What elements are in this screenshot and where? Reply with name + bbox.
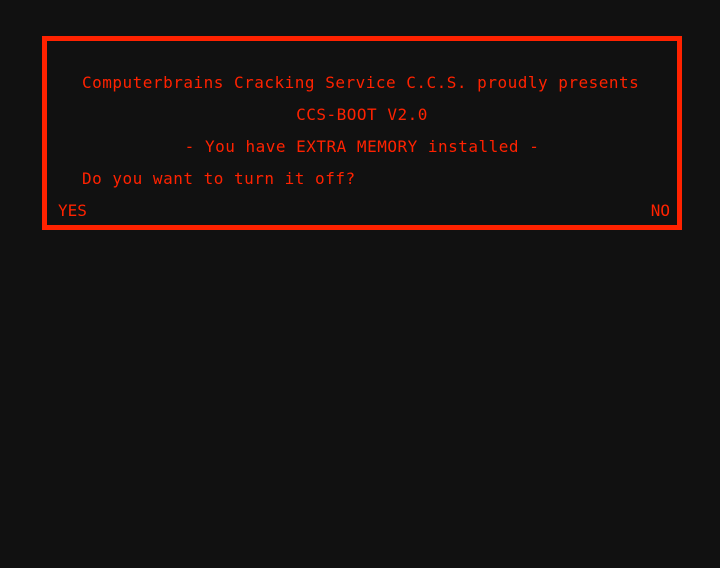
- screen: Computerbrains Cracking Service C.C.S. p…: [0, 0, 720, 568]
- boot-dialog: Computerbrains Cracking Service C.C.S. p…: [42, 36, 682, 230]
- question-text: Do you want to turn it off?: [82, 169, 356, 188]
- intro-text: Computerbrains Cracking Service C.C.S. p…: [82, 73, 640, 92]
- memory-info-text: - You have EXTRA MEMORY installed -: [184, 137, 540, 156]
- program-title: CCS-BOOT V2.0: [296, 105, 428, 124]
- yes-button[interactable]: YES: [58, 201, 87, 221]
- no-button[interactable]: NO: [651, 201, 670, 221]
